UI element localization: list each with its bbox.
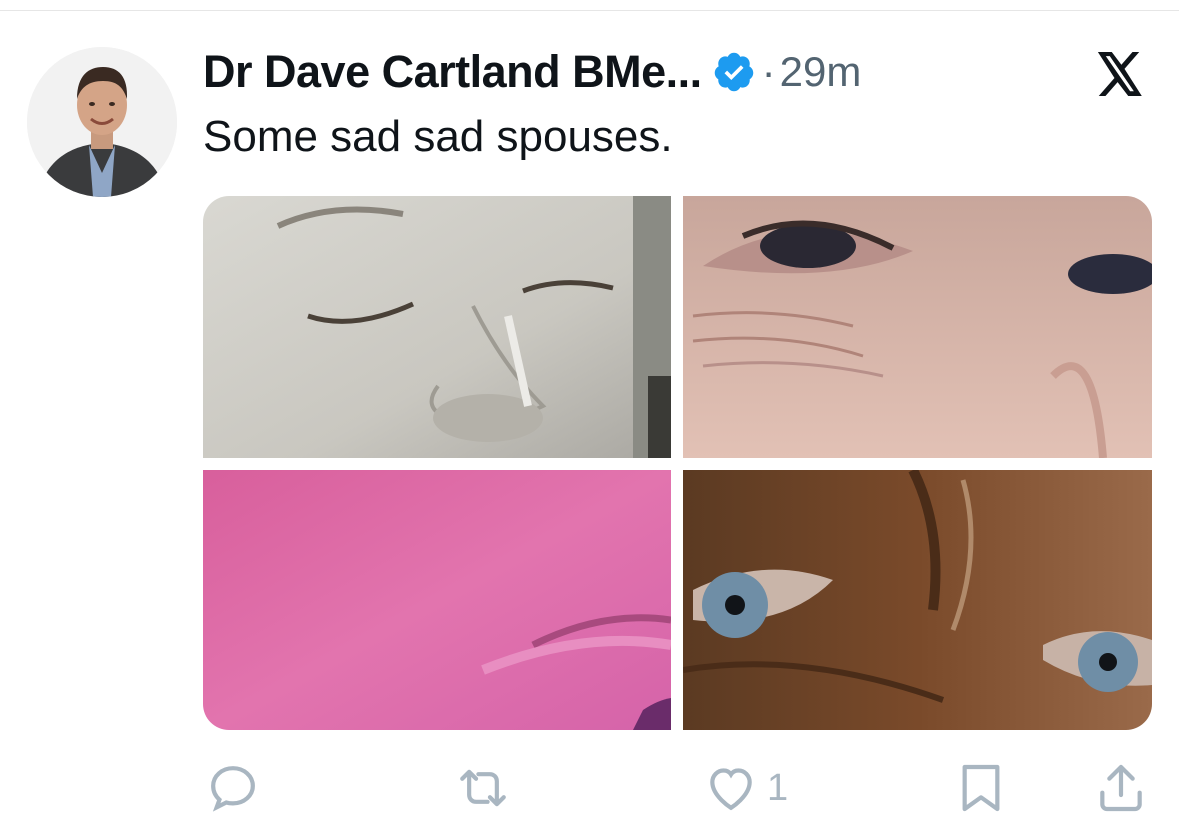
media-image-2[interactable] xyxy=(683,196,1152,458)
avatar[interactable] xyxy=(27,47,177,197)
tweet-header: Dr Dave Cartland BMe... · 29m xyxy=(203,42,861,102)
bookmark-icon xyxy=(955,760,1007,816)
author-name[interactable]: Dr Dave Cartland BMe... xyxy=(203,46,702,98)
separator-dot: · xyxy=(761,48,776,95)
reply-button[interactable] xyxy=(205,760,261,816)
heart-icon xyxy=(703,760,759,816)
like-count: 1 xyxy=(767,766,789,809)
reply-icon xyxy=(205,760,261,816)
tweet-card[interactable]: Dr Dave Cartland BMe... · 29m Some sad s… xyxy=(0,0,1179,826)
x-logo-icon[interactable] xyxy=(1096,52,1144,96)
share-icon xyxy=(1095,760,1147,816)
tweet-text: Some sad sad spouses. xyxy=(203,112,673,161)
action-bar: 1 xyxy=(203,760,1152,820)
bookmark-button[interactable] xyxy=(955,760,1007,816)
retweet-button[interactable] xyxy=(453,760,513,816)
retweet-icon xyxy=(453,760,513,816)
share-button[interactable] xyxy=(1095,760,1147,816)
media-image-4[interactable] xyxy=(683,470,1152,730)
like-button[interactable]: 1 xyxy=(703,760,788,816)
media-grid xyxy=(203,196,1152,730)
timestamp[interactable]: 29m xyxy=(780,48,862,96)
media-image-3[interactable] xyxy=(203,470,671,730)
verified-badge-icon[interactable] xyxy=(712,50,756,94)
media-image-1[interactable] xyxy=(203,196,671,458)
